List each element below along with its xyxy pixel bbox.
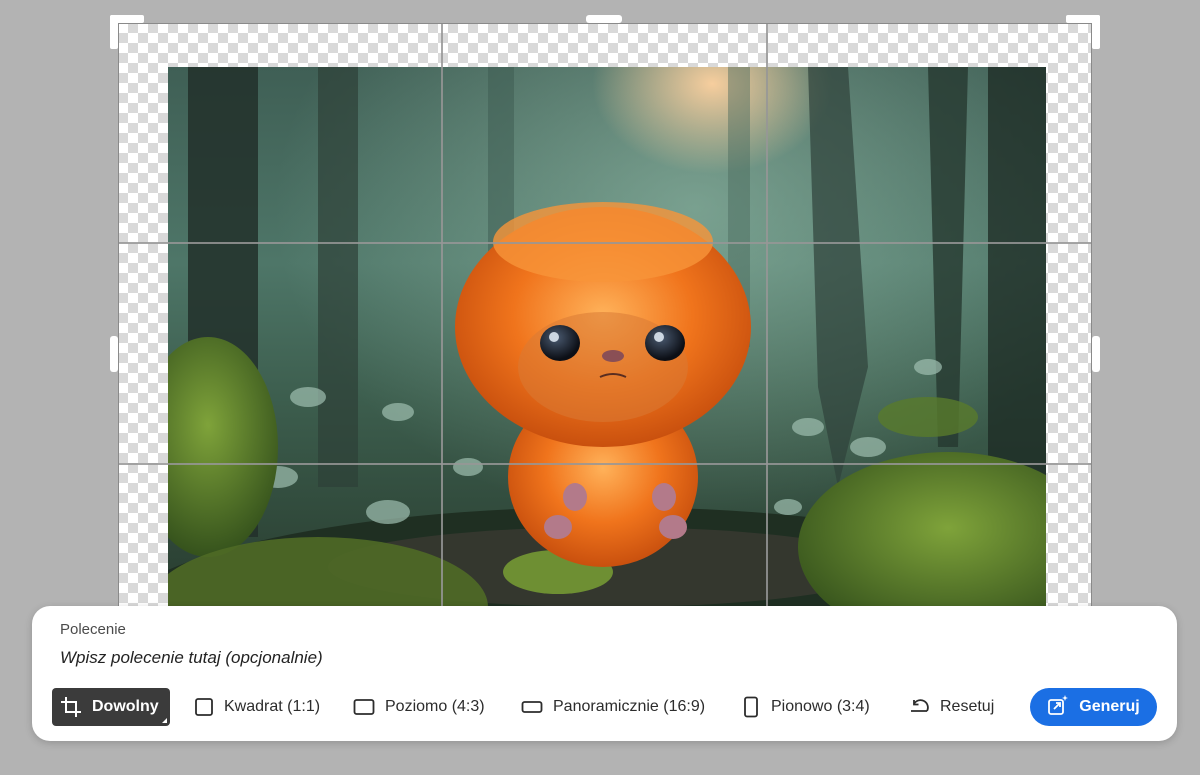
prompt-panel: Polecenie Dowolny Kwadrat (1:1) Pozio [32,606,1177,741]
generate-label: Generuj [1079,698,1140,715]
aspect-landscape-button[interactable]: Poziomo (4:3) [353,688,485,726]
grid-line-horizontal-1 [118,242,1092,244]
prompt-input[interactable] [60,646,1140,670]
crop-icon [60,696,82,718]
generate-button[interactable]: Generuj [1030,688,1157,726]
forest-creature-illustration [168,67,1046,623]
aspect-ratio-toolbar: Dowolny Kwadrat (1:1) Poziomo (4:3) Pano… [52,688,1162,726]
crop-handle-top-right[interactable] [1066,15,1100,49]
aspect-portrait-label: Pionowo (3:4) [771,698,870,715]
generative-expand-icon [1047,694,1069,721]
aspect-widescreen-label: Panoramicznie (16:9) [553,698,706,715]
square-icon [194,697,214,717]
crop-canvas[interactable] [118,23,1092,623]
crop-handle-top[interactable] [586,15,622,23]
generated-image [168,67,1046,623]
portrait-icon [741,696,761,718]
grid-line-vertical-2 [766,23,768,623]
aspect-square-label: Kwadrat (1:1) [224,698,321,715]
reset-label: Resetuj [940,698,995,715]
aspect-landscape-label: Poziomo (4:3) [385,698,485,715]
crop-handle-right[interactable] [1092,336,1100,372]
landscape-icon [353,697,375,717]
aspect-widescreen-button[interactable]: Panoramicznie (16:9) [521,688,705,726]
undo-icon [908,697,930,717]
crop-handle-top-left[interactable] [110,15,144,49]
dropdown-corner-icon [162,718,167,723]
aspect-free-button[interactable]: Dowolny [52,688,170,726]
crop-handle-left[interactable] [110,336,118,372]
aspect-portrait-button[interactable]: Pionowo (3:4) [741,688,870,726]
prompt-label: Polecenie [60,621,126,638]
aspect-free-label: Dowolny [92,698,159,715]
grid-line-vertical-1 [441,23,443,623]
widescreen-icon [521,697,543,717]
grid-line-horizontal-2 [118,463,1092,465]
aspect-square-button[interactable]: Kwadrat (1:1) [194,688,320,726]
reset-button[interactable]: Resetuj [908,688,994,726]
